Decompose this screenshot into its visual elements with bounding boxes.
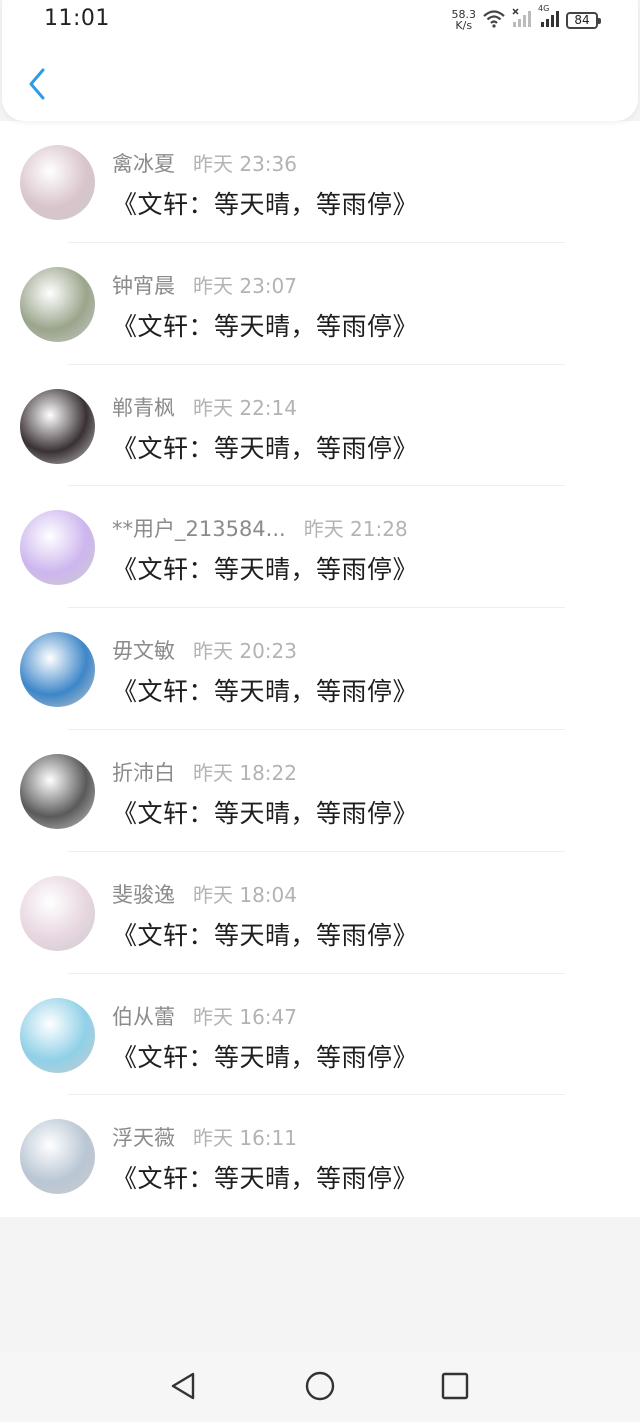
comment-text: 《文轩：等天晴，等雨停》 xyxy=(112,1164,419,1194)
avatar[interactable] xyxy=(20,266,95,342)
username[interactable]: 禽冰夏 xyxy=(112,148,175,178)
avatar[interactable] xyxy=(20,388,95,464)
comment-list: 禽冰夏 昨天 23:36 《文轩：等天晴，等雨停》 钟宵晨 昨天 23:07 《文轩：等天… xyxy=(0,121,640,1217)
username[interactable]: 钟宵晨 xyxy=(112,270,175,300)
square-recents-icon xyxy=(440,1371,470,1405)
chevron-left-icon xyxy=(27,67,47,105)
comment-text: 《文轩：等天晴，等雨停》 xyxy=(112,1042,419,1072)
username[interactable]: 斐骏逸 xyxy=(112,879,175,909)
comment-text: 《文轩：等天晴，等雨停》 xyxy=(112,920,419,950)
comment-text: 《文轩：等天晴，等雨停》 xyxy=(112,677,419,707)
comment-time: 昨天 18:22 xyxy=(193,760,297,785)
comment-time: 昨天 23:07 xyxy=(193,273,297,298)
comment-text: 《文轩：等天晴，等雨停》 xyxy=(112,311,419,341)
username[interactable]: 毋文敏 xyxy=(112,635,175,665)
header-card: 11:01 58.3 K/s 4G 84 xyxy=(2,0,638,121)
comment-time: 昨天 18:04 xyxy=(193,882,297,907)
avatar[interactable] xyxy=(20,145,95,220)
username[interactable]: 浮天薇 xyxy=(112,1122,175,1152)
comment-meta: 浮天薇 昨天 16:11 xyxy=(112,1122,297,1152)
comment-row[interactable]: 毋文敏 昨天 20:23 《文轩：等天晴，等雨停》 xyxy=(0,608,640,730)
comment-time: 昨天 22:14 xyxy=(193,395,297,420)
comment-time: 昨天 23:36 xyxy=(193,152,297,176)
comment-row[interactable]: 斐骏逸 昨天 18:04 《文轩：等天晴，等雨停》 xyxy=(0,852,640,974)
circle-home-icon xyxy=(304,1370,336,1406)
back-button[interactable] xyxy=(20,66,54,106)
avatar[interactable] xyxy=(20,510,95,586)
comment-text: 《文轩：等天晴，等雨停》 xyxy=(112,555,419,585)
comment-meta: **用户_213584... 昨天 21:28 xyxy=(112,513,408,543)
comment-time: 昨天 16:11 xyxy=(193,1126,297,1151)
comment-row[interactable]: 折沛白 昨天 18:22 《文轩：等天晴，等雨停》 xyxy=(0,730,640,852)
triangle-back-icon xyxy=(169,1371,197,1405)
avatar[interactable] xyxy=(20,997,95,1073)
screen: 11:01 58.3 K/s 4G 84 禽冰夏 昨天 23:36 《文轩：等天… xyxy=(0,0,640,1422)
signal-4g-icon: 4G xyxy=(538,4,560,32)
comment-row[interactable]: 钟宵晨 昨天 23:07 《文轩：等天晴，等雨停》 xyxy=(0,243,640,365)
comment-time: 昨天 21:28 xyxy=(303,517,408,542)
comment-row[interactable]: 浮天薇 昨天 16:11 《文轩：等天晴，等雨停》 xyxy=(0,1095,640,1217)
comment-row[interactable]: **用户_213584... 昨天 21:28 《文轩：等天晴，等雨停》 xyxy=(0,486,640,609)
username[interactable]: 折沛白 xyxy=(112,757,175,787)
username[interactable]: 伯从蕾 xyxy=(112,1001,175,1031)
battery-indicator: 84 xyxy=(566,11,601,29)
comment-row[interactable]: 伯从蕾 昨天 16:47 《文轩：等天晴，等雨停》 xyxy=(0,974,640,1096)
comment-time: 昨天 16:47 xyxy=(193,1004,297,1029)
network-type: 4G xyxy=(538,4,550,13)
comment-meta: 钟宵晨 昨天 23:07 xyxy=(112,270,297,300)
comment-meta: 折沛白 昨天 18:22 xyxy=(112,757,297,787)
avatar[interactable] xyxy=(20,632,95,708)
comment-meta: 禽冰夏 昨天 23:36 xyxy=(112,148,297,178)
net-speed: 58.3 K/s xyxy=(452,9,477,31)
comment-time: 昨天 20:23 xyxy=(193,639,297,664)
avatar[interactable] xyxy=(20,875,95,951)
comment-meta: 伯从蕾 昨天 16:47 xyxy=(112,1001,297,1031)
status-icons: 58.3 K/s 4G 84 xyxy=(452,4,601,33)
comment-row[interactable]: 郸青枫 昨天 22:14 《文轩：等天晴，等雨停》 xyxy=(0,365,640,487)
username[interactable]: 郸青枫 xyxy=(112,392,175,422)
nav-back-button[interactable] xyxy=(165,1370,201,1406)
comment-text: 《文轩：等天晴，等雨停》 xyxy=(112,433,419,463)
status-time: 11:01 xyxy=(44,6,110,31)
comment-text: 《文轩：等天晴，等雨停》 xyxy=(112,190,419,219)
comment-row[interactable]: 禽冰夏 昨天 23:36 《文轩：等天晴，等雨停》 xyxy=(0,121,640,243)
wifi-icon xyxy=(482,8,506,32)
username[interactable]: **用户_213584... xyxy=(112,513,286,543)
comment-text: 《文轩：等天晴，等雨停》 xyxy=(112,798,419,828)
signal-sim1-icon xyxy=(512,8,532,32)
comment-meta: 毋文敏 昨天 20:23 xyxy=(112,635,297,665)
avatar[interactable] xyxy=(20,753,95,829)
nav-recents-button[interactable] xyxy=(437,1370,473,1406)
net-speed-unit: K/s xyxy=(455,19,473,32)
system-nav-bar xyxy=(0,1352,640,1422)
avatar[interactable] xyxy=(20,1119,95,1195)
comment-meta: 郸青枫 昨天 22:14 xyxy=(112,392,297,422)
nav-home-button[interactable] xyxy=(302,1370,338,1406)
comment-meta: 斐骏逸 昨天 18:04 xyxy=(112,879,297,909)
